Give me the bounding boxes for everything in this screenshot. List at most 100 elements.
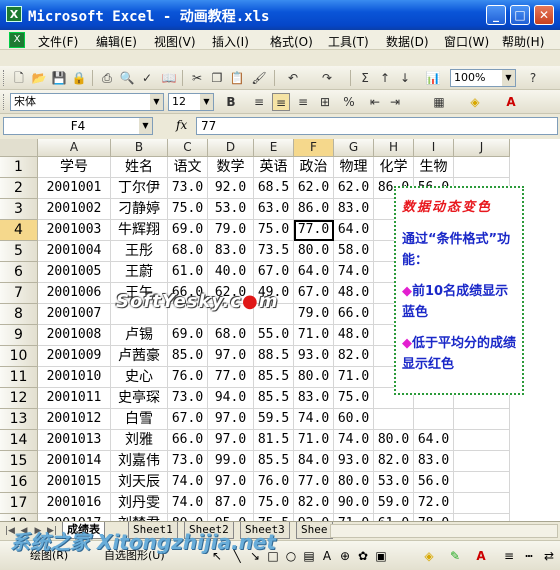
paste-icon[interactable]: 📋 [228, 69, 246, 87]
cell-f13[interactable]: 74.0 [294, 409, 334, 430]
cell-c13[interactable]: 67.0 [168, 409, 208, 430]
cell-a18[interactable]: 2001017 [38, 514, 111, 521]
research-icon[interactable]: 📖 [160, 69, 178, 87]
dash-style-icon[interactable]: ┅ [520, 547, 538, 565]
cell-g13[interactable]: 60.0 [334, 409, 374, 430]
cell-f9[interactable]: 71.0 [294, 325, 334, 346]
cell-e2[interactable]: 68.5 [254, 178, 294, 199]
cell-f14[interactable]: 71.0 [294, 430, 334, 451]
cell-d14[interactable]: 97.0 [208, 430, 254, 451]
name-box[interactable]: F4 ▼ [3, 117, 153, 135]
cell-f4[interactable]: 77.0 [294, 220, 334, 241]
cell-e13[interactable]: 59.5 [254, 409, 294, 430]
cell-j15[interactable] [454, 451, 510, 472]
cell-c17[interactable]: 74.0 [168, 493, 208, 514]
cell-a9[interactable]: 2001008 [38, 325, 111, 346]
cell-c2[interactable]: 73.0 [168, 178, 208, 199]
cell-c12[interactable]: 73.0 [168, 388, 208, 409]
column-header-f[interactable]: F [294, 139, 334, 157]
cell-e12[interactable]: 85.5 [254, 388, 294, 409]
cell-b9[interactable]: 卢锡 [111, 325, 168, 346]
cell-b16[interactable]: 刘天辰 [111, 472, 168, 493]
oval-icon[interactable]: ○ [282, 547, 300, 565]
column-header-a[interactable]: A [38, 139, 111, 157]
cell-h13[interactable] [374, 409, 414, 430]
cell-a3[interactable]: 2001002 [38, 199, 111, 220]
cell-e5[interactable]: 73.5 [254, 241, 294, 262]
select-all-corner[interactable] [0, 139, 38, 157]
fill-color-icon[interactable]: ◈ [466, 93, 484, 111]
align-right-icon[interactable]: ≡ [294, 93, 312, 111]
cell-f16[interactable]: 77.0 [294, 472, 334, 493]
cell-c5[interactable]: 68.0 [168, 241, 208, 262]
new-icon[interactable]: 🗋 [10, 69, 28, 87]
cell-e1[interactable]: 英语 [254, 157, 294, 178]
chevron-down-icon[interactable]: ▼ [502, 70, 515, 86]
fx-icon[interactable]: fx [176, 118, 187, 132]
cell-c3[interactable]: 75.0 [168, 199, 208, 220]
cell-d6[interactable]: 40.0 [208, 262, 254, 283]
formula-input[interactable]: 77 [196, 117, 558, 135]
cell-g9[interactable]: 48.0 [334, 325, 374, 346]
row-header[interactable]: 5 [0, 241, 38, 262]
cell-b10[interactable]: 卢茜豪 [111, 346, 168, 367]
row-header[interactable]: 15 [0, 451, 38, 472]
cell-b12[interactable]: 史亭琛 [111, 388, 168, 409]
row-header[interactable]: 16 [0, 472, 38, 493]
cell-d3[interactable]: 53.0 [208, 199, 254, 220]
cell-a8[interactable]: 2001007 [38, 304, 111, 325]
menu-window[interactable]: 窗口(W) [444, 33, 489, 50]
cell-g10[interactable]: 82.0 [334, 346, 374, 367]
cell-g18[interactable]: 71.0 [334, 514, 374, 521]
cell-c10[interactable]: 85.0 [168, 346, 208, 367]
help-icon[interactable]: ? [524, 69, 542, 87]
decrease-indent-icon[interactable]: ⇤ [366, 93, 384, 111]
cell-f3[interactable]: 86.0 [294, 199, 334, 220]
row-header[interactable]: 8 [0, 304, 38, 325]
cut-icon[interactable]: ✂ [188, 69, 206, 87]
maximize-button[interactable]: □ [510, 5, 530, 25]
cell-b18[interactable]: 刘梦君 [111, 514, 168, 521]
cell-b15[interactable]: 刘嘉伟 [111, 451, 168, 472]
menu-tools[interactable]: 工具(T) [328, 33, 369, 50]
cell-d12[interactable]: 94.0 [208, 388, 254, 409]
sort-ascending-icon[interactable]: ↑ [376, 69, 394, 87]
row-header[interactable]: 2 [0, 178, 38, 199]
tab-sheet4[interactable]: Shee [296, 522, 333, 539]
menu-format[interactable]: 格式(O) [270, 33, 313, 50]
menu-insert[interactable]: 插入(I) [212, 33, 249, 50]
cell-b6[interactable]: 王蔚 [111, 262, 168, 283]
percent-icon[interactable]: % [340, 93, 358, 111]
cell-g5[interactable]: 58.0 [334, 241, 374, 262]
row-header[interactable]: 4 [0, 220, 38, 241]
column-header-i[interactable]: I [414, 139, 454, 157]
cell-f2[interactable]: 62.0 [294, 178, 334, 199]
cell-g7[interactable]: 48.0 [334, 283, 374, 304]
cell-a4[interactable]: 2001003 [38, 220, 111, 241]
cell-j18[interactable] [454, 514, 510, 521]
cell-g14[interactable]: 74.0 [334, 430, 374, 451]
cell-f6[interactable]: 64.0 [294, 262, 334, 283]
borders-icon[interactable]: ▦ [430, 93, 448, 111]
row-header[interactable]: 6 [0, 262, 38, 283]
cell-f17[interactable]: 82.0 [294, 493, 334, 514]
cell-a5[interactable]: 2001004 [38, 241, 111, 262]
row-header[interactable]: 12 [0, 388, 38, 409]
menu-help[interactable]: 帮助(H) [502, 33, 544, 50]
cell-e17[interactable]: 75.0 [254, 493, 294, 514]
row-header[interactable]: 11 [0, 367, 38, 388]
merge-center-icon[interactable]: ⊞ [316, 93, 334, 111]
cell-f7[interactable]: 67.0 [294, 283, 334, 304]
cell-j14[interactable] [454, 430, 510, 451]
undo-icon[interactable]: ↶ [284, 69, 302, 87]
column-header-j[interactable]: J [454, 139, 510, 157]
cell-a12[interactable]: 2001011 [38, 388, 111, 409]
column-header-d[interactable]: D [208, 139, 254, 157]
row-header[interactable]: 1 [0, 157, 38, 178]
menu-edit[interactable]: 编辑(E) [96, 33, 137, 50]
cell-i17[interactable]: 72.0 [414, 493, 454, 514]
chevron-down-icon[interactable]: ▼ [200, 94, 213, 110]
cell-g17[interactable]: 90.0 [334, 493, 374, 514]
cell-c18[interactable]: 80.0 [168, 514, 208, 521]
cell-d17[interactable]: 87.0 [208, 493, 254, 514]
